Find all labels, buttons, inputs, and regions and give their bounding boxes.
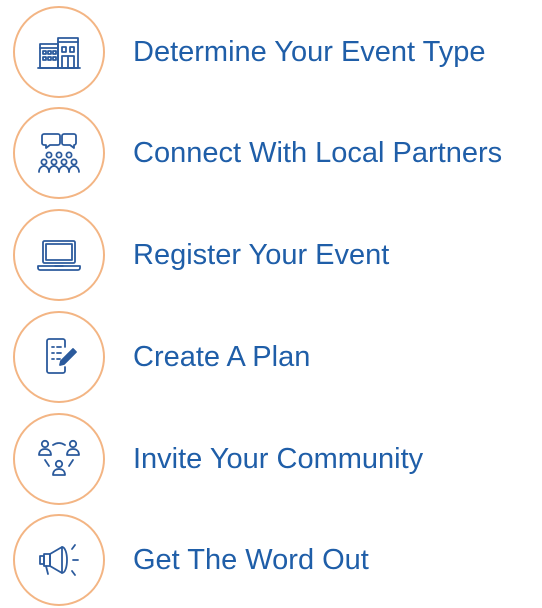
- step-register-event: Register Your Event: [0, 207, 542, 303]
- step-label: Get The Word Out: [133, 543, 369, 576]
- step-get-word-out: Get The Word Out: [0, 512, 542, 608]
- step-label: Determine Your Event Type: [133, 35, 486, 68]
- step-create-plan: Create A Plan: [0, 309, 542, 405]
- step-connect-local-partners: Connect With Local Partners: [0, 105, 542, 201]
- laptop-icon: [37, 240, 81, 271]
- step-label: Create A Plan: [133, 340, 311, 373]
- megaphone-icon: [39, 544, 79, 576]
- step-icon-circle: [13, 311, 105, 403]
- step-icon-circle: [13, 413, 105, 505]
- document-edit-icon: [46, 338, 77, 374]
- step-label: Register Your Event: [133, 238, 390, 271]
- step-icon-circle: [13, 514, 105, 606]
- community-chat-icon: [38, 133, 80, 173]
- step-icon-circle: [13, 107, 105, 199]
- step-label: Connect With Local Partners: [133, 136, 503, 169]
- step-icon-circle: [13, 6, 105, 98]
- steps-list: Determine Your Event Type Connect With L…: [0, 0, 542, 608]
- step-determine-event-type: Determine Your Event Type: [0, 4, 542, 100]
- people-network-icon: [38, 439, 80, 476]
- step-invite-community: Invite Your Community: [0, 411, 542, 507]
- step-label: Invite Your Community: [133, 442, 424, 475]
- step-icon-circle: [13, 209, 105, 301]
- buildings-icon: [37, 37, 81, 69]
